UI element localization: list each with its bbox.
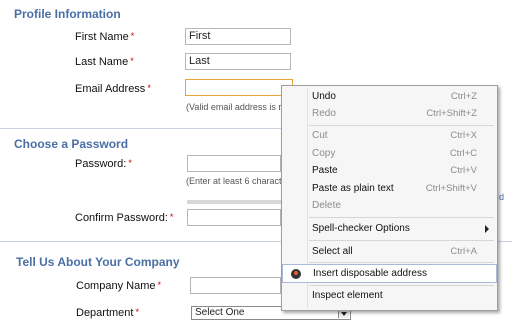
divider [0, 241, 281, 242]
company-name-label: Company Name * [76, 280, 161, 292]
menu-item-shortcut: Ctrl+X [450, 130, 477, 141]
menu-item-spell-checker[interactable]: Spell-checker Options [282, 220, 497, 238]
menu-item-label: Copy [312, 148, 336, 159]
section-title-company: Tell Us About Your Company [16, 255, 180, 269]
menu-item-redo[interactable]: Redo Ctrl+Shift+Z [282, 105, 497, 123]
menu-item-shortcut: Ctrl+V [450, 165, 477, 176]
required-mark: * [135, 307, 139, 317]
company-name-field[interactable] [190, 277, 281, 294]
menu-separator [309, 125, 494, 126]
email-label-text: Email Address [75, 83, 146, 95]
menu-item-shortcut: Ctrl+Shift+V [425, 183, 477, 194]
menu-item-shortcut: Ctrl+Shift+Z [426, 108, 477, 119]
menu-item-copy[interactable]: Copy Ctrl+C [282, 145, 497, 163]
password-field[interactable] [187, 155, 281, 172]
menu-item-delete[interactable]: Delete [282, 197, 497, 215]
menu-item-label: Paste [312, 165, 338, 176]
divider [498, 241, 512, 242]
menu-item-label: Undo [312, 91, 336, 102]
first-name-field[interactable]: First [185, 28, 291, 45]
menu-item-insert-disposable[interactable]: Insert disposable address [282, 264, 497, 283]
submenu-arrow-icon [485, 225, 489, 233]
confirm-password-label-text: Confirm Password: [75, 212, 168, 224]
email-field[interactable] [185, 79, 293, 96]
confirm-password-label: Confirm Password: * [75, 212, 173, 224]
required-mark: * [130, 56, 134, 66]
divider [0, 128, 281, 129]
department-select-value: Select One [195, 307, 245, 318]
menu-separator [309, 240, 494, 241]
menu-item-label: Cut [312, 130, 328, 141]
password-label: Password: * [75, 158, 132, 170]
menu-item-cut[interactable]: Cut Ctrl+X [282, 127, 497, 145]
menu-item-select-all[interactable]: Select all Ctrl+A [282, 243, 497, 261]
first-name-label: First Name * [75, 31, 134, 43]
password-strength-bar [187, 200, 281, 204]
menu-item-shortcut: Ctrl+A [450, 246, 477, 257]
last-name-label-text: Last Name [75, 56, 129, 68]
department-label-text: Department [76, 307, 134, 319]
password-label-text: Password: [75, 158, 127, 170]
menu-item-shortcut: Ctrl+C [449, 148, 477, 159]
menu-item-label: Spell-checker Options [312, 223, 410, 234]
required-mark: * [157, 280, 161, 290]
confirm-password-field[interactable] [187, 209, 281, 226]
menu-item-paste[interactable]: Paste Ctrl+V [282, 162, 497, 180]
required-mark: * [147, 83, 151, 93]
last-name-label: Last Name * [75, 56, 134, 68]
menu-item-shortcut: Ctrl+Z [450, 91, 477, 102]
menu-item-paste-plain[interactable]: Paste as plain text Ctrl+Shift+V [282, 180, 497, 198]
section-title-password: Choose a Password [14, 137, 129, 151]
menu-item-label: Paste as plain text [312, 183, 394, 194]
menu-separator [309, 285, 494, 286]
last-name-field[interactable]: Last [185, 53, 291, 70]
menu-item-undo[interactable]: Undo Ctrl+Z [282, 88, 497, 106]
email-label: Email Address * [75, 83, 151, 95]
context-menu: Undo Ctrl+Z Redo Ctrl+Shift+Z Cut Ctrl+X Co… [281, 85, 498, 311]
password-hint: (Enter at least 6 charact [186, 176, 281, 186]
side-text-fragment: d [499, 192, 505, 202]
required-mark: * [169, 212, 174, 222]
company-name-label-text: Company Name [76, 280, 156, 292]
menu-item-label: Select all [312, 246, 353, 257]
menu-item-label: Insert disposable address [313, 268, 427, 279]
required-mark: * [128, 158, 132, 168]
menu-item-label: Inspect element [312, 290, 383, 301]
disposable-address-icon [291, 269, 301, 279]
department-label: Department * [76, 307, 139, 319]
menu-separator [309, 217, 494, 218]
required-mark: * [130, 31, 135, 41]
menu-item-label: Redo [312, 108, 336, 119]
menu-separator [309, 262, 494, 263]
first-name-label-text: First Name [75, 31, 129, 43]
section-title-profile: Profile Information [14, 7, 121, 21]
menu-item-inspect-element[interactable]: Inspect element [282, 287, 497, 305]
email-hint: (Valid email address is re [186, 102, 281, 112]
menu-item-label: Delete [312, 200, 341, 211]
